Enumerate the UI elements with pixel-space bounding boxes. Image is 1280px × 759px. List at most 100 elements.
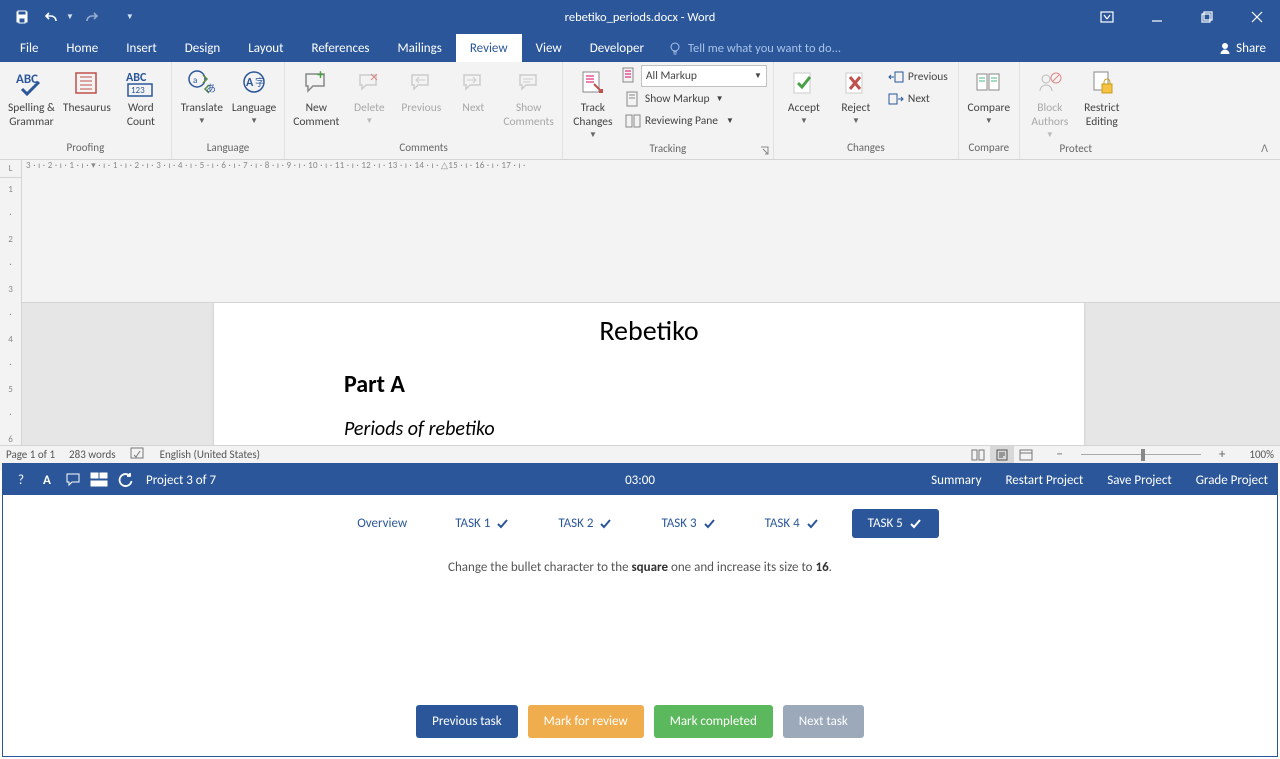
read-mode-icon[interactable]: [966, 446, 990, 464]
language-button[interactable]: A字 Language ▼: [228, 64, 280, 126]
tab-view[interactable]: View: [522, 34, 576, 62]
zoom-slider[interactable]: [1081, 446, 1201, 464]
heading-part-a[interactable]: Part A: [344, 370, 954, 399]
task-2[interactable]: TASK 2: [542, 509, 629, 538]
page[interactable]: Rebetiko Part A Periods of rebetiko Unti…: [214, 303, 1084, 445]
ribbon: ABC Spelling & Grammar Thesaurus ABC123 …: [0, 62, 1280, 160]
font-size-icon[interactable]: A: [38, 471, 56, 489]
track-changes-button[interactable]: Track Changes ▼: [567, 64, 619, 140]
group-compare: Compare ▼ Compare: [959, 62, 1020, 159]
check-icon: [909, 518, 923, 530]
restrict-icon: [1090, 70, 1114, 96]
next-task-button[interactable]: Next task: [783, 705, 864, 738]
lightbulb-icon: [668, 41, 682, 55]
heading-periods[interactable]: Periods of rebetiko: [344, 417, 954, 441]
markup-doc-icon: [621, 67, 637, 85]
tell-me-placeholder: Tell me what you want to do...: [688, 41, 841, 56]
project-grade[interactable]: Grade Project: [1196, 473, 1268, 488]
vertical-ruler[interactable]: 1· 2· 3· 4· 5· 6·: [0, 178, 22, 470]
qat-customize-icon[interactable]: ▼: [124, 8, 136, 26]
chat-icon[interactable]: [64, 471, 82, 489]
word-count-button[interactable]: ABC123 Word Count: [115, 64, 167, 130]
reject-button[interactable]: Reject ▼: [830, 64, 882, 126]
close-icon[interactable]: [1234, 0, 1280, 34]
translate-button[interactable]: aあ Translate ▼: [176, 64, 228, 126]
tab-developer[interactable]: Developer: [576, 34, 658, 62]
markup-display-select[interactable]: All Markup▼: [621, 65, 767, 87]
undo-icon[interactable]: [38, 3, 66, 31]
new-comment-button[interactable]: + New Comment: [289, 64, 343, 130]
collapse-ribbon-icon[interactable]: ᐱ: [1255, 140, 1274, 157]
language-icon: A字: [240, 70, 268, 96]
doc-title[interactable]: Rebetiko: [344, 313, 954, 348]
next-change-button[interactable]: Next: [884, 88, 952, 109]
accept-button[interactable]: Accept ▼: [778, 64, 830, 126]
status-language[interactable]: English (United States): [160, 448, 260, 461]
spelling-grammar-button[interactable]: ABC Spelling & Grammar: [4, 64, 59, 130]
mark-completed-button[interactable]: Mark completed: [654, 705, 773, 738]
save-icon[interactable]: [8, 3, 36, 31]
tab-home[interactable]: Home: [52, 34, 112, 62]
zoom-in-button[interactable]: +: [1215, 447, 1229, 462]
spellcheck-icon: ABC: [16, 69, 46, 97]
show-markup-button[interactable]: Show Markup ▼: [621, 88, 767, 109]
thesaurus-button[interactable]: Thesaurus: [59, 64, 115, 116]
chevron-down-icon: ▼: [754, 71, 762, 81]
zoom-out-button[interactable]: −: [1052, 447, 1066, 462]
task-1[interactable]: TASK 1: [439, 509, 526, 538]
ruler-corner[interactable]: L: [0, 160, 22, 178]
zoom-level[interactable]: 100%: [1249, 448, 1274, 461]
task-4[interactable]: TASK 4: [749, 509, 836, 538]
previous-change-button[interactable]: Previous: [884, 66, 952, 87]
check-icon: [806, 518, 820, 530]
redo-icon[interactable]: [78, 3, 106, 31]
tab-file[interactable]: File: [6, 34, 52, 62]
show-comments-icon: [517, 72, 541, 94]
tell-me-box[interactable]: Tell me what you want to do...: [658, 34, 1204, 62]
tab-insert[interactable]: Insert: [112, 34, 171, 62]
block-authors-icon: [1037, 71, 1063, 95]
project-summary[interactable]: Summary: [931, 473, 981, 488]
status-words[interactable]: 283 words: [69, 448, 116, 461]
thesaurus-icon: [74, 70, 100, 96]
refresh-icon[interactable]: [116, 471, 134, 489]
proofing-status-icon[interactable]: [130, 447, 146, 462]
maximize-icon[interactable]: [1184, 0, 1230, 34]
share-button[interactable]: Share: [1204, 34, 1280, 62]
chevron-down-icon: ▼: [852, 117, 860, 127]
help-icon[interactable]: ?: [12, 471, 30, 489]
project-save[interactable]: Save Project: [1107, 473, 1171, 488]
delete-comment-icon: [357, 72, 381, 94]
document-canvas[interactable]: Rebetiko Part A Periods of rebetiko Unti…: [22, 303, 1280, 445]
task-3[interactable]: TASK 3: [645, 509, 732, 538]
tab-layout[interactable]: Layout: [234, 34, 297, 62]
tab-mailings[interactable]: Mailings: [384, 34, 456, 62]
tab-references[interactable]: References: [298, 34, 384, 62]
task-overview[interactable]: Overview: [341, 509, 423, 538]
undo-dropdown-icon[interactable]: ▼: [64, 8, 76, 26]
previous-task-button[interactable]: Previous task: [416, 705, 517, 738]
horizontal-ruler[interactable]: 3 · ı · 2 · ı · 1 · ı · ▾ · ı · 1 · ı · …: [22, 160, 1280, 303]
svg-text:ABC: ABC: [126, 71, 147, 85]
minimize-icon[interactable]: [1134, 0, 1180, 34]
print-layout-icon[interactable]: [990, 446, 1014, 464]
layout-icon[interactable]: [90, 471, 108, 489]
project-label: Project 3 of 7: [146, 473, 216, 488]
dialog-launcher-icon[interactable]: [759, 146, 771, 158]
restrict-editing-button[interactable]: Restrict Editing: [1076, 64, 1128, 130]
status-page[interactable]: Page 1 of 1: [6, 448, 55, 461]
task-5[interactable]: TASK 5: [852, 509, 939, 538]
group-label-changes: Changes: [774, 141, 958, 159]
check-icon: [599, 518, 613, 530]
tab-design[interactable]: Design: [171, 34, 234, 62]
group-label-proofing: Proofing: [0, 141, 171, 159]
ribbon-display-icon[interactable]: [1084, 0, 1130, 34]
mark-review-button[interactable]: Mark for review: [528, 705, 644, 738]
web-layout-icon[interactable]: [1014, 446, 1038, 464]
compare-button[interactable]: Compare ▼: [963, 64, 1015, 126]
project-restart[interactable]: Restart Project: [1005, 473, 1083, 488]
reviewing-pane-button[interactable]: Reviewing Pane ▼: [621, 110, 767, 131]
group-label-comments: Comments: [285, 141, 562, 159]
filename: rebetiko_periods.docx: [565, 10, 678, 25]
tab-review[interactable]: Review: [456, 34, 522, 62]
